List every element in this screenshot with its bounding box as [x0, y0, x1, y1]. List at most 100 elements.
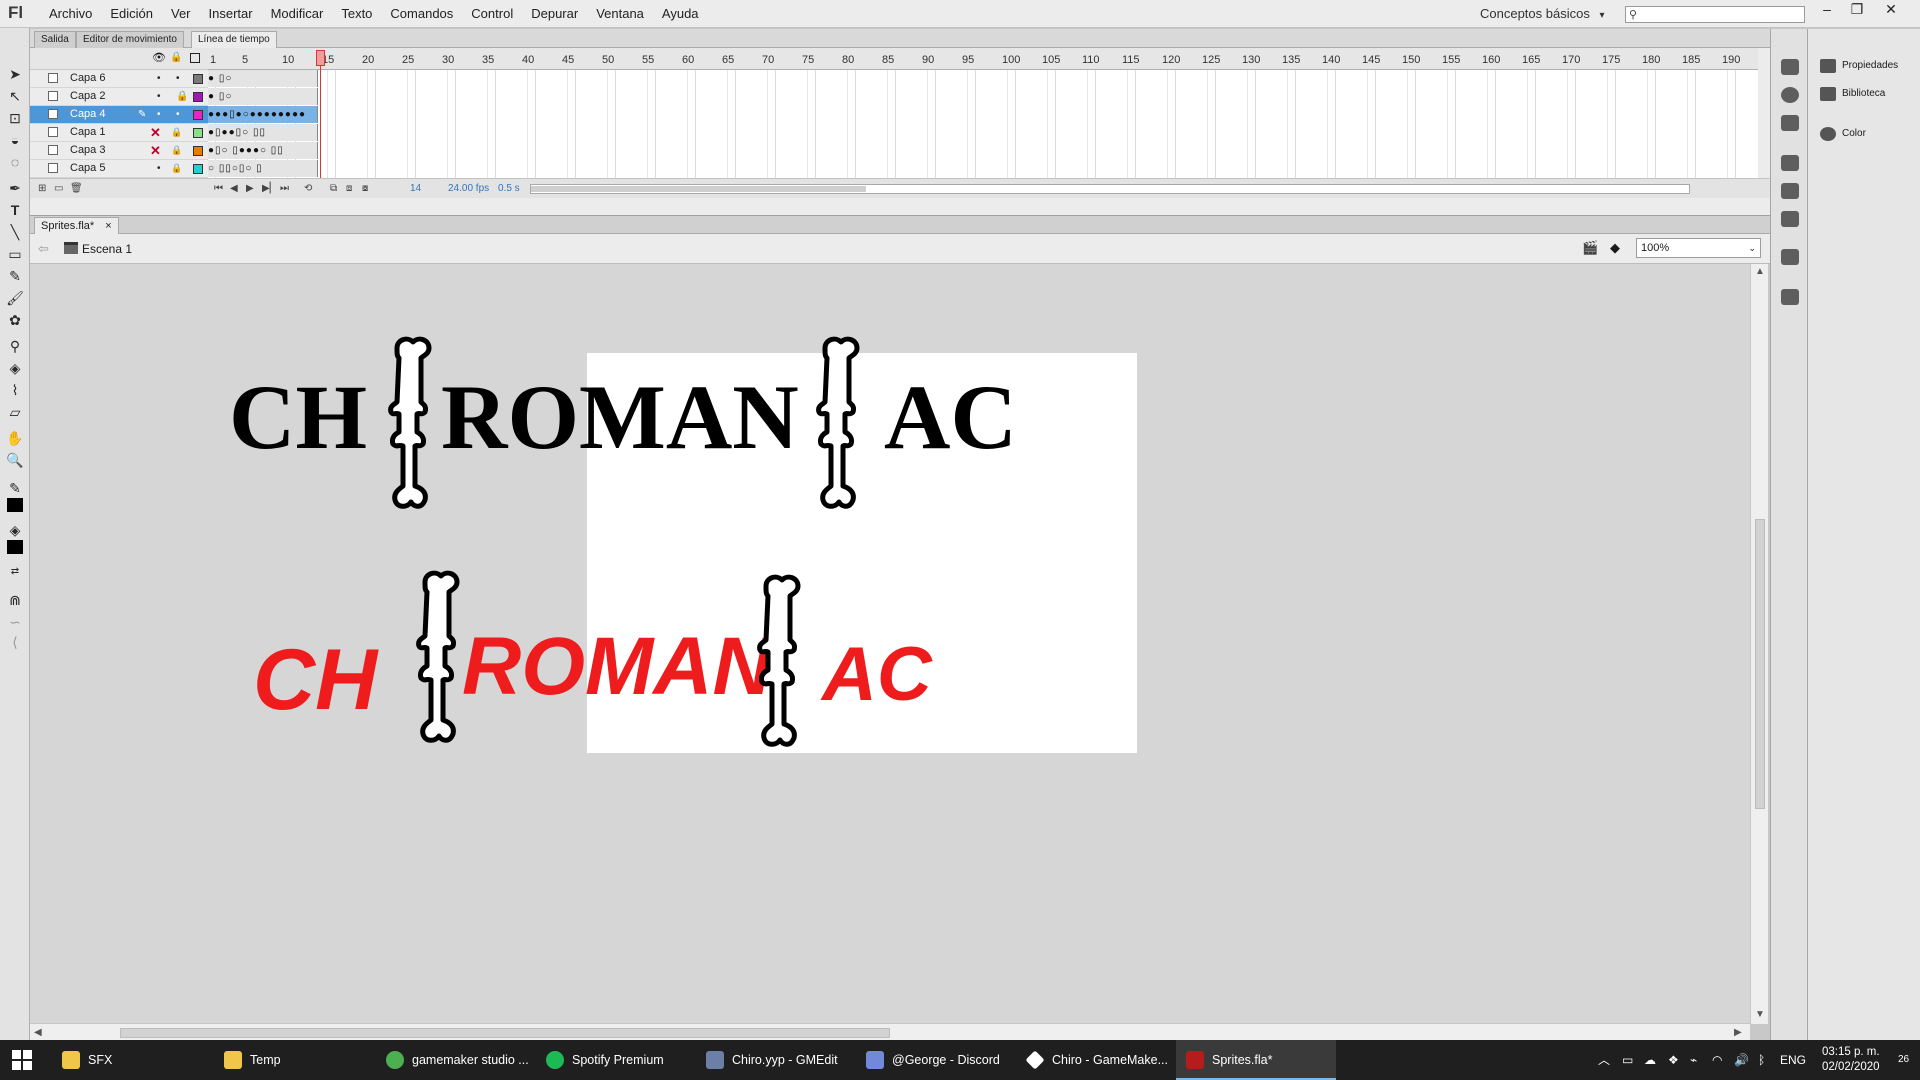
new-folder-icon[interactable]: ▭ [54, 179, 63, 199]
dropbox-icon[interactable]: ❖ [1668, 1040, 1679, 1080]
current-frame[interactable]: 14 [410, 179, 421, 199]
tab-editor-movimiento[interactable]: Editor de movimiento [76, 31, 184, 48]
layer-color-swatch[interactable] [193, 110, 203, 120]
windows-start-icon[interactable] [12, 1050, 32, 1070]
restore-button[interactable]: ❐ [1843, 0, 1871, 20]
stroke-color-icon[interactable]: ✎ [4, 478, 26, 498]
frame-rate[interactable]: 24.00 fps [448, 179, 489, 199]
battery-icon[interactable]: ▭ [1622, 1040, 1633, 1080]
scroll-thumb[interactable] [1755, 519, 1765, 809]
volume-icon[interactable]: 🔊 [1734, 1040, 1749, 1080]
propiedades-panel[interactable]: Propiedades [1820, 56, 1916, 76]
usb-icon[interactable]: ⌁ [1690, 1040, 1697, 1080]
lock-icon[interactable]: 🔒 [171, 142, 182, 159]
first-frame-icon[interactable]: ⏮ [214, 179, 223, 199]
snap-magnet-icon[interactable]: ⋒ [4, 590, 26, 610]
back-arrow-icon[interactable]: ⇦ [38, 241, 49, 257]
minimize-button[interactable]: – [1813, 0, 1841, 20]
pencil-tool-icon[interactable]: ✎ [4, 266, 26, 286]
layer-color-swatch[interactable] [193, 74, 203, 84]
components-icon[interactable] [1781, 183, 1799, 199]
lock-icon[interactable]: 🔒 [176, 88, 188, 105]
taskbar-item[interactable]: SFX [52, 1040, 212, 1080]
motion-presets-icon[interactable] [1781, 211, 1799, 227]
taskbar-item[interactable]: @George - Discord [856, 1040, 1016, 1080]
layer-color-swatch[interactable] [193, 128, 203, 138]
info-panel-icon[interactable] [1781, 87, 1799, 103]
wifi-icon[interactable]: ◠ [1712, 1040, 1722, 1080]
swap-colors-icon[interactable]: ⇄ [4, 562, 26, 582]
text-tool-icon[interactable]: T [4, 200, 26, 220]
selection-tool-icon[interactable]: ➤ [4, 64, 26, 84]
paint-bucket-tool-icon[interactable]: ◈ [4, 358, 26, 378]
visible-dot[interactable]: • [157, 88, 161, 105]
lock-dot[interactable]: • [176, 70, 180, 87]
tab-salida[interactable]: Salida [34, 31, 76, 48]
layer-row[interactable]: Capa 1 ✕ 🔒 [30, 124, 208, 142]
step-back-icon[interactable]: ◀ [230, 179, 238, 199]
layer-color-swatch[interactable] [193, 164, 203, 174]
code-snippets-icon[interactable] [1781, 155, 1799, 171]
menu-archivo[interactable]: Archivo [40, 0, 101, 28]
language-indicator[interactable]: ENG [1780, 1040, 1806, 1080]
layer-row[interactable]: Capa 6 • • [30, 70, 208, 88]
last-frame-icon[interactable]: ⏭ [280, 179, 289, 199]
stroke-color-swatch[interactable] [7, 498, 23, 512]
swatches-icon[interactable] [1781, 289, 1799, 305]
edit-multiple-icon[interactable]: ⧇ [362, 179, 368, 199]
menu-ayuda[interactable]: Ayuda [653, 0, 708, 28]
layer-row[interactable]: Capa 4 ✎ • • [30, 106, 208, 124]
delete-layer-icon[interactable]: 🗑 [70, 179, 83, 199]
edit-symbols-icon[interactable]: ◆ [1610, 240, 1628, 256]
menu-control[interactable]: Control [462, 0, 522, 28]
hidden-x-icon[interactable]: ✕ [150, 124, 161, 141]
search-input[interactable] [1642, 7, 1802, 23]
layer-row[interactable]: Capa 5 • 🔒 [30, 160, 208, 178]
onion-outline-icon[interactable]: ⧈ [346, 179, 352, 199]
playhead[interactable] [316, 48, 325, 178]
visible-dot[interactable]: • [157, 160, 161, 177]
brush-tool-icon[interactable]: 🖌 [4, 288, 26, 308]
step-forward-icon[interactable]: ▶▏ [262, 179, 277, 199]
align-panel-icon[interactable] [1781, 59, 1799, 75]
free-transform-tool-icon[interactable]: ⊡ [4, 108, 26, 128]
menu-modificar[interactable]: Modificar [262, 0, 333, 28]
lock-icon[interactable]: 🔒 [171, 160, 182, 177]
lock-dot[interactable]: • [176, 106, 180, 123]
frame-span[interactable]: ● ▯○ [208, 70, 318, 87]
close-icon[interactable]: × [105, 220, 111, 232]
clock[interactable]: 03:15 p. m. 02/02/2020 [1822, 1045, 1880, 1075]
project-panel-icon[interactable] [1781, 249, 1799, 265]
taskbar-item[interactable]: Spotify Premium [536, 1040, 696, 1080]
workspace-selector[interactable]: Conceptos básicos ▾ [1480, 0, 1605, 30]
vertical-scrollbar[interactable]: ▲ ▼ [1750, 264, 1768, 1024]
layer-color-swatch[interactable] [193, 92, 203, 102]
lock-icon[interactable]: 🔒 [171, 124, 182, 141]
scene-name[interactable]: Escena 1 [82, 242, 132, 256]
close-button[interactable]: ✕ [1877, 0, 1905, 20]
stage-pasteboard[interactable]: CH ROMAN AC CH ROMAN AC [30, 264, 1757, 1024]
color-panel[interactable]: Color [1820, 124, 1916, 144]
fill-color-icon[interactable]: ◈ [4, 520, 26, 540]
bone-tool-icon[interactable]: ⚲ [4, 336, 26, 356]
transform-panel-icon[interactable] [1781, 115, 1799, 131]
scroll-left-icon[interactable]: ◀ [34, 1027, 42, 1038]
horizontal-scrollbar[interactable]: ◀ ▶ [30, 1023, 1750, 1041]
biblioteca-panel[interactable]: Biblioteca [1820, 84, 1916, 104]
layer-row[interactable]: Capa 3 ✕ 🔒 [30, 142, 208, 160]
3d-rotation-tool-icon[interactable]: ◒ [4, 130, 26, 150]
hidden-x-icon[interactable]: ✕ [150, 142, 161, 159]
hand-tool-icon[interactable]: ✋ [4, 428, 26, 448]
deco-tool-icon[interactable]: ✿ [4, 310, 26, 330]
menu-texto[interactable]: Texto [332, 0, 381, 28]
taskbar-item[interactable]: Chiro - GameMake... [1016, 1040, 1176, 1080]
onion-skin-icon[interactable]: ⧉ [330, 179, 337, 199]
scroll-thumb[interactable] [531, 186, 866, 192]
lock-icon[interactable]: 🔒 [170, 52, 182, 63]
layer-color-swatch[interactable] [193, 146, 203, 156]
scroll-down-icon[interactable]: ▼ [1755, 1009, 1765, 1020]
frame-span[interactable]: ●▯○ ▯●●●○ ▯▯ [208, 142, 318, 159]
eraser-tool-icon[interactable]: ▱ [4, 402, 26, 422]
scroll-up-icon[interactable]: ▲ [1755, 266, 1765, 277]
outline-icon[interactable] [190, 53, 200, 63]
